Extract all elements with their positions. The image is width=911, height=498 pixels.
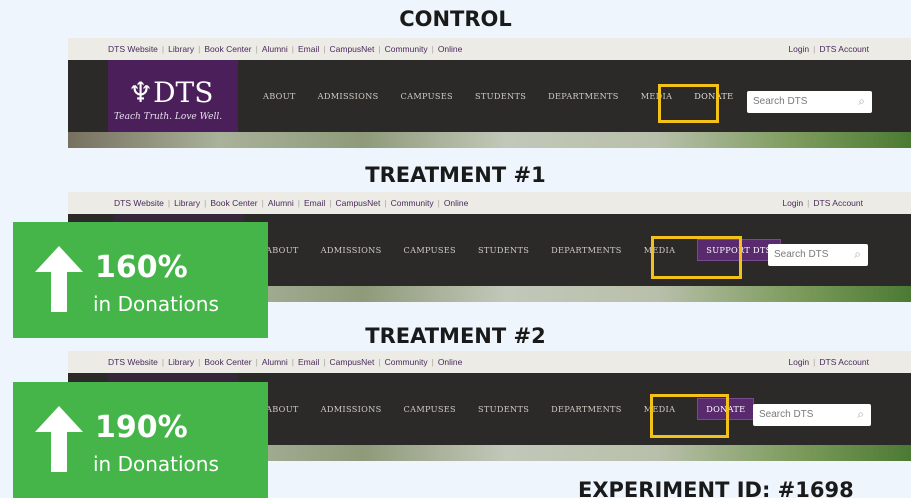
util-link-book-center[interactable]: Book Center (204, 44, 251, 54)
util-link-book-center[interactable]: Book Center (210, 198, 257, 208)
util-link-community[interactable]: Community (385, 357, 428, 367)
util-link-book-center[interactable]: Book Center (204, 357, 251, 367)
util-link-email[interactable]: Email (298, 44, 319, 54)
arrow-up-icon (35, 246, 83, 312)
util-link-online[interactable]: Online (438, 357, 463, 367)
control-site-header: DTS Website | Library | Book Center | Alumni | E… (68, 38, 911, 148)
nav-admissions[interactable]: ADMISSIONS (318, 91, 379, 101)
util-link-website[interactable]: DTS Website (114, 198, 164, 208)
util-link-website[interactable]: DTS Website (108, 44, 158, 54)
util-link-website[interactable]: DTS Website (108, 357, 158, 367)
search-icon: ⌕ (858, 94, 865, 108)
result-label: in Donations (93, 452, 219, 476)
nav-admissions[interactable]: ADMISSIONS (321, 404, 382, 414)
nav-students[interactable]: STUDENTS (478, 245, 529, 255)
login-link[interactable]: Login (788, 44, 809, 54)
util-link-campusnet[interactable]: CampusNet (330, 357, 375, 367)
treatment1-heading: TREATMENT #1 (365, 163, 546, 187)
hero-strip (68, 132, 911, 148)
login-link[interactable]: Login (788, 357, 809, 367)
account-link[interactable]: DTS Account (813, 198, 863, 208)
utility-nav: DTS Website | Library | Book Center | Alumni | E… (68, 192, 911, 214)
nav-campuses[interactable]: CAMPUSES (404, 404, 456, 414)
nav-students[interactable]: STUDENTS (475, 91, 526, 101)
result-percentage: 160% (95, 250, 188, 285)
arrow-up-icon (35, 406, 83, 472)
logo-tagline: Teach Truth. Love Well. (114, 112, 223, 122)
nav-about[interactable]: ABOUT (266, 245, 299, 255)
util-link-community[interactable]: Community (385, 44, 428, 54)
result-percentage: 190% (95, 410, 188, 445)
nav-campuses[interactable]: CAMPUSES (404, 245, 456, 255)
search-input[interactable]: Search DTS ⌕ (747, 91, 872, 113)
control-heading: CONTROL (399, 7, 512, 31)
utility-nav: DTS Website | Library | Book Center | Alumni | E… (68, 351, 911, 373)
util-link-alumni[interactable]: Alumni (268, 198, 294, 208)
torch-icon: ♆ (128, 76, 154, 109)
util-link-campusnet[interactable]: CampusNet (336, 198, 381, 208)
treatment1-result-badge: 160% in Donations (13, 222, 268, 338)
util-link-library[interactable]: Library (168, 357, 194, 367)
search-input[interactable]: Search DTS ⌕ (753, 404, 871, 426)
nav-students[interactable]: STUDENTS (478, 404, 529, 414)
search-input[interactable]: Search DTS ⌕ (768, 244, 868, 266)
nav-departments[interactable]: DEPARTMENTS (548, 91, 619, 101)
util-link-community[interactable]: Community (391, 198, 434, 208)
dts-logo[interactable]: ♆DTS Teach Truth. Love Well. (108, 60, 238, 132)
treatment2-heading: TREATMENT #2 (365, 324, 546, 348)
cta-highlight-box (658, 84, 719, 123)
main-nav-bar: ♆DTS Teach Truth. Love Well. ABOUT ADMIS… (68, 60, 911, 132)
util-link-library[interactable]: Library (168, 44, 194, 54)
nav-about[interactable]: ABOUT (266, 404, 299, 414)
util-link-campusnet[interactable]: CampusNet (330, 44, 375, 54)
search-icon: ⌕ (857, 407, 864, 421)
nav-campuses[interactable]: CAMPUSES (401, 91, 453, 101)
util-link-email[interactable]: Email (298, 357, 319, 367)
util-link-alumni[interactable]: Alumni (262, 44, 288, 54)
result-label: in Donations (93, 292, 219, 316)
util-link-email[interactable]: Email (304, 198, 325, 208)
nav-admissions[interactable]: ADMISSIONS (321, 245, 382, 255)
treatment2-result-badge: 190% in Donations (13, 382, 268, 498)
util-link-online[interactable]: Online (438, 44, 463, 54)
cta-highlight-box (650, 394, 729, 438)
util-link-library[interactable]: Library (174, 198, 200, 208)
util-link-alumni[interactable]: Alumni (262, 357, 288, 367)
search-icon: ⌕ (854, 247, 861, 261)
account-link[interactable]: DTS Account (819, 44, 869, 54)
nav-about[interactable]: ABOUT (263, 91, 296, 101)
account-link[interactable]: DTS Account (819, 357, 869, 367)
nav-departments[interactable]: DEPARTMENTS (551, 245, 622, 255)
login-link[interactable]: Login (782, 198, 803, 208)
utility-nav: DTS Website | Library | Book Center | Alumni | E… (68, 38, 911, 60)
logo-mark: ♆DTS (128, 76, 214, 109)
cta-highlight-box (651, 236, 742, 279)
nav-departments[interactable]: DEPARTMENTS (551, 404, 622, 414)
experiment-id: EXPERIMENT ID: #1698 (578, 478, 854, 498)
util-link-online[interactable]: Online (444, 198, 469, 208)
